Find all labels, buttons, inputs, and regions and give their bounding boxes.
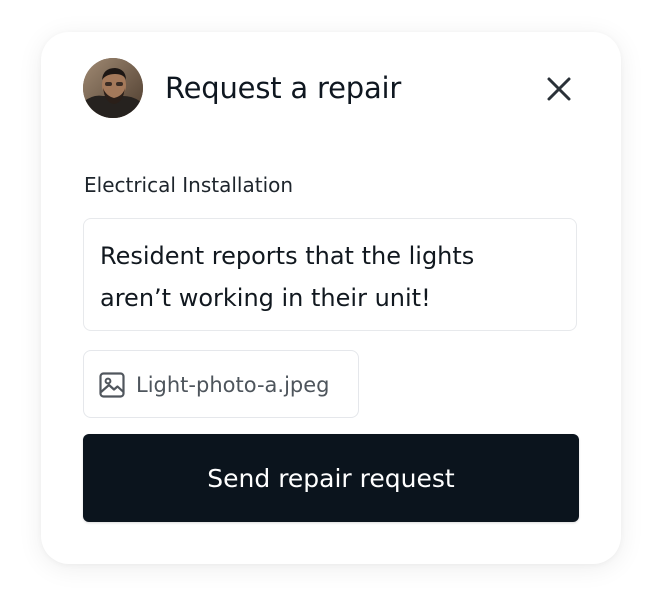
attachment-filename: Light-photo-a.jpeg	[136, 373, 330, 397]
description-line-2: aren’t working in their unit!	[100, 284, 431, 312]
description-line-1: Resident reports that the lights	[100, 242, 475, 270]
avatar	[83, 58, 143, 118]
attachment-chip[interactable]: Light-photo-a.jpeg	[83, 350, 359, 418]
description-text: Resident reports that the lights aren’t …	[100, 235, 570, 319]
description-textarea[interactable]: Resident reports that the lights aren’t …	[83, 218, 577, 331]
image-icon	[98, 371, 126, 399]
send-repair-request-button[interactable]: Send repair request	[83, 434, 579, 522]
category-label: Electrical Installation	[84, 173, 294, 197]
user-avatar-icon	[83, 58, 143, 118]
dialog-title: Request a repair	[165, 71, 402, 105]
close-icon	[547, 77, 571, 101]
repair-request-dialog: Request a repair Electrical Installation…	[41, 32, 621, 564]
close-button[interactable]	[544, 74, 574, 104]
